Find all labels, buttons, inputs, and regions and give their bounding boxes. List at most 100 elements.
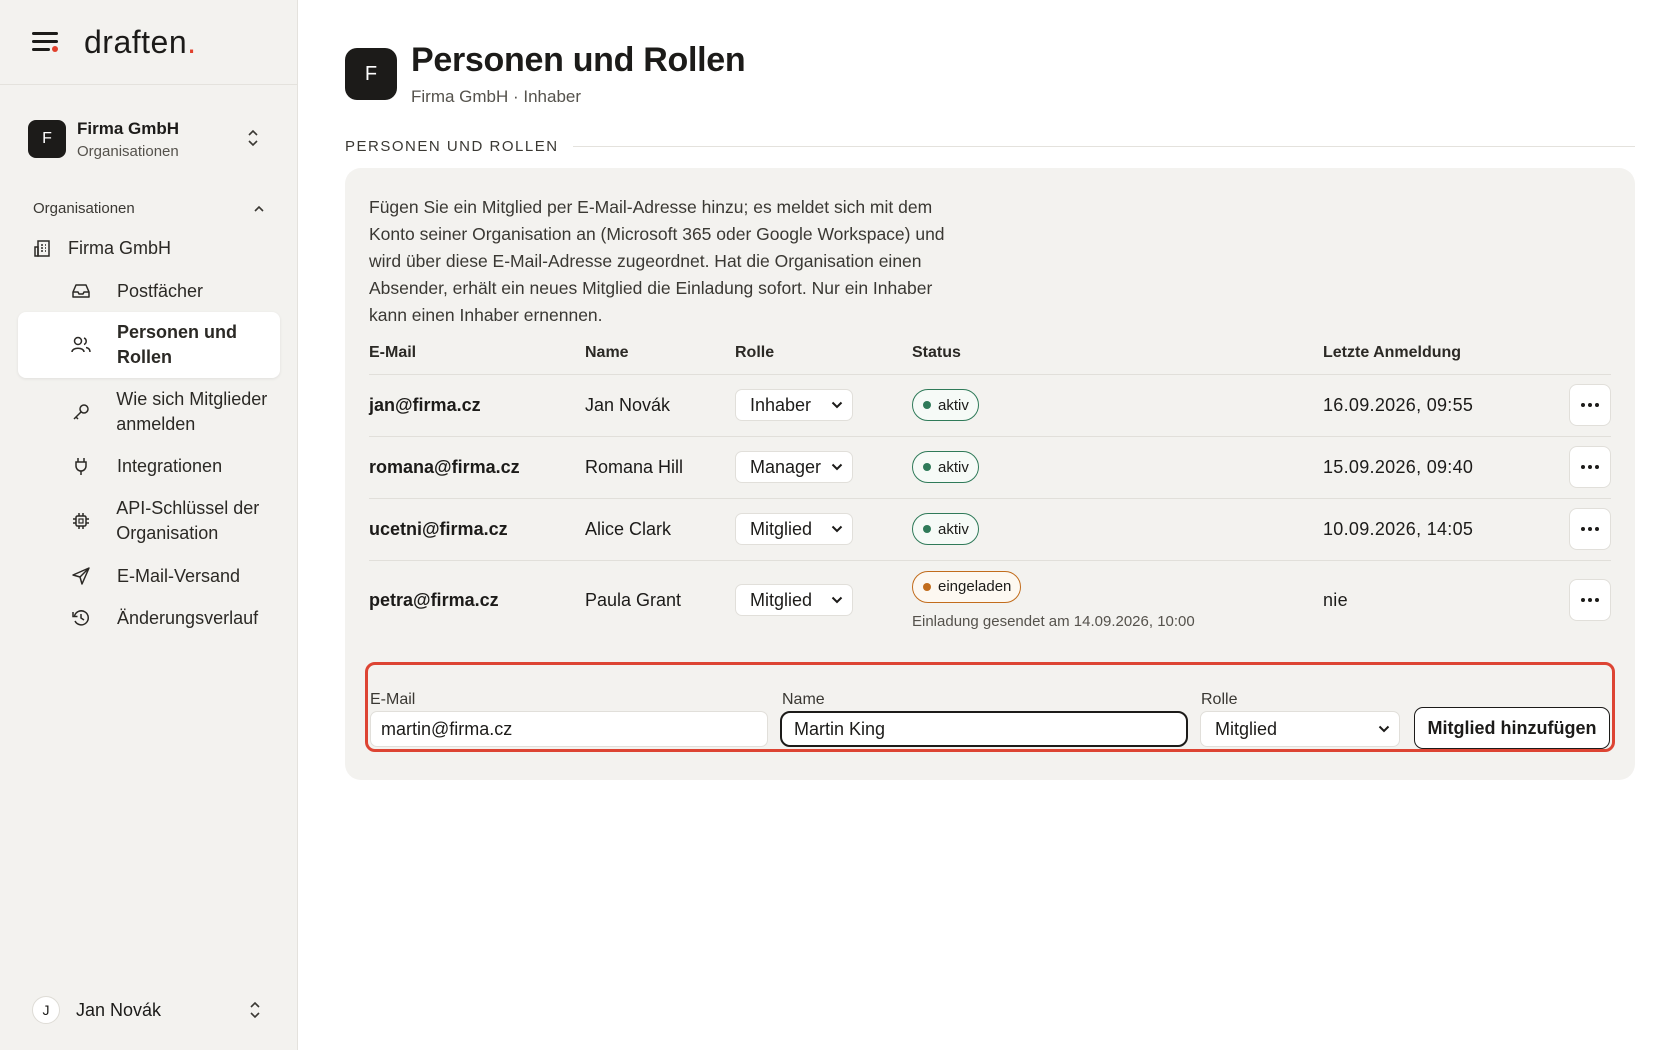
email-field[interactable]: martin@firma.cz bbox=[370, 711, 768, 747]
role-select[interactable]: Manager bbox=[735, 451, 853, 483]
org-avatar: F bbox=[28, 120, 66, 158]
col-header-email: E-Mail bbox=[369, 344, 417, 361]
role-select-new-member[interactable]: Mitglied bbox=[1200, 711, 1400, 747]
sidebar-item-firma-gmbh[interactable]: Firma GmbH bbox=[18, 236, 280, 260]
sidebar-item-api-schluessel[interactable]: API-Schlüssel der Organisation bbox=[18, 495, 280, 547]
send-icon bbox=[70, 565, 92, 587]
sidebar-item-label: Integrationen bbox=[117, 455, 223, 476]
row-actions-button[interactable] bbox=[1569, 384, 1611, 426]
sidebar-item-label: E-Mail-Versand bbox=[117, 565, 241, 586]
chevron-down-icon bbox=[1378, 725, 1390, 733]
users-icon bbox=[70, 334, 92, 356]
status-dot bbox=[923, 463, 931, 471]
table-row: petra@firma.cz Paula Grant Mitglied eing… bbox=[369, 559, 1611, 640]
chevron-up-down-icon bbox=[250, 1001, 260, 1019]
member-last-login: 10.09.2026, 14:05 bbox=[1323, 497, 1553, 560]
brand-logo: draften. bbox=[84, 23, 197, 60]
status-dot bbox=[923, 401, 931, 409]
history-icon bbox=[70, 607, 92, 629]
sidebar: draften. F Firma GmbH Organisationen Org… bbox=[0, 0, 298, 1050]
key-icon bbox=[70, 401, 91, 423]
chip-icon bbox=[70, 510, 91, 532]
status-badge: aktiv bbox=[912, 451, 979, 483]
section-divider bbox=[572, 146, 1635, 147]
role-select-value: Mitglied bbox=[750, 518, 813, 539]
status-label: aktiv bbox=[938, 520, 969, 538]
status-badge: aktiv bbox=[912, 389, 979, 421]
sidebar-item-integrationen[interactable]: Integrationen bbox=[18, 453, 280, 479]
member-email: jan@firma.cz bbox=[369, 373, 585, 436]
member-name: Romana Hill bbox=[585, 435, 735, 498]
col-header-role: Rolle bbox=[735, 344, 775, 361]
user-avatar: J bbox=[32, 996, 60, 1024]
col-header-last-login: Letzte Anmeldung bbox=[1323, 344, 1462, 361]
page-title: Personen und Rollen bbox=[411, 41, 746, 79]
row-actions-button[interactable] bbox=[1569, 508, 1611, 550]
invitation-note: Einladung gesendet am 14.09.2026, 10:00 bbox=[912, 612, 1195, 630]
member-name: Paula Grant bbox=[585, 559, 735, 640]
name-field[interactable]: Martin King bbox=[780, 711, 1188, 747]
sidebar-item-anmeldung[interactable]: Wie sich Mitglieder anmelden bbox=[18, 386, 280, 438]
status-label: aktiv bbox=[938, 458, 969, 476]
status-dot bbox=[923, 582, 931, 591]
building-icon bbox=[32, 237, 54, 259]
menu-icon[interactable] bbox=[32, 30, 60, 54]
page-org-avatar: F bbox=[345, 48, 397, 100]
role-select-value: Mitglied bbox=[1215, 718, 1278, 739]
chevron-down-icon bbox=[831, 463, 843, 471]
col-header-status: Status bbox=[912, 344, 961, 361]
member-name: Alice Clark bbox=[585, 497, 735, 560]
user-switcher[interactable]: J Jan Novák bbox=[32, 993, 272, 1027]
chevron-down-icon bbox=[831, 525, 843, 533]
plug-icon bbox=[70, 455, 92, 477]
role-select-value: Manager bbox=[750, 456, 822, 477]
role-select[interactable]: Mitglied bbox=[735, 584, 853, 617]
org-switcher-subtitle: Organisationen bbox=[77, 142, 179, 160]
intro-text: Fügen Sie ein Mitglied per E-Mail-Adress… bbox=[369, 197, 945, 325]
role-select[interactable]: Mitglied bbox=[735, 513, 853, 545]
member-last-login: nie bbox=[1323, 559, 1553, 640]
table-row: romana@firma.cz Romana Hill Manager akti… bbox=[369, 435, 1611, 498]
sidebar-item-label: API-Schlüssel der Organisation bbox=[116, 498, 260, 543]
table-row: jan@firma.cz Jan Novák Inhaber aktiv 16.… bbox=[369, 373, 1611, 436]
section-heading: PERSONEN UND ROLLEN bbox=[345, 138, 1635, 155]
user-name: Jan Novák bbox=[76, 999, 162, 1020]
page-header: F Personen und Rollen Firma GmbH · Inhab… bbox=[345, 41, 746, 107]
sidebar-section-label: Organisationen bbox=[33, 200, 135, 217]
status-label: eingeladen bbox=[938, 578, 1012, 596]
sidebar-item-email-versand[interactable]: E-Mail-Versand bbox=[18, 563, 280, 589]
sidebar-item-postfaecher[interactable]: Postfächer bbox=[18, 278, 280, 304]
name-field-label: Name bbox=[782, 691, 825, 708]
table-header-row: E-Mail Name Rolle Status Letzte Anmeldun… bbox=[369, 344, 1611, 374]
section-heading-label: PERSONEN UND ROLLEN bbox=[345, 138, 559, 155]
member-email: romana@firma.cz bbox=[369, 435, 585, 498]
role-field-label: Rolle bbox=[1201, 691, 1238, 708]
chevron-up-icon bbox=[254, 205, 264, 212]
sidebar-item-label: Personen und Rollen bbox=[117, 322, 238, 367]
org-switcher-name: Firma GmbH bbox=[77, 118, 180, 138]
role-select-value: Inhaber bbox=[750, 394, 812, 415]
add-member-button[interactable]: Mitglied hinzufügen bbox=[1414, 707, 1610, 749]
page-subtitle: Firma GmbH · Inhaber bbox=[411, 87, 582, 106]
email-field-label: E-Mail bbox=[370, 691, 416, 708]
org-switcher[interactable]: F Firma GmbH Organisationen bbox=[18, 108, 280, 170]
status-dot bbox=[923, 525, 931, 533]
members-table: E-Mail Name Rolle Status Letzte Anmeldun… bbox=[369, 344, 1611, 640]
member-last-login: 16.09.2026, 09:55 bbox=[1323, 373, 1553, 436]
row-actions-button[interactable] bbox=[1569, 579, 1611, 622]
role-select-value: Mitglied bbox=[750, 589, 813, 610]
sidebar-item-label: Änderungsverlauf bbox=[117, 607, 259, 628]
table-row: ucetni@firma.cz Alice Clark Mitglied akt… bbox=[369, 497, 1611, 560]
brand-bar: draften. bbox=[0, 0, 297, 85]
status-label: aktiv bbox=[938, 396, 969, 414]
sidebar-item-label: Wie sich Mitglieder anmelden bbox=[116, 389, 268, 434]
sidebar-item-personen-und-rollen[interactable]: Personen und Rollen bbox=[18, 312, 280, 378]
sidebar-item-label: Postfächer bbox=[117, 280, 204, 301]
row-actions-button[interactable] bbox=[1569, 446, 1611, 488]
role-select[interactable]: Inhaber bbox=[735, 389, 853, 421]
sidebar-item-label: Firma GmbH bbox=[68, 237, 171, 258]
sidebar-section-organisationen[interactable]: Organisationen bbox=[33, 200, 265, 217]
sidebar-item-aenderungsverlauf[interactable]: Änderungsverlauf bbox=[18, 605, 280, 631]
status-badge: aktiv bbox=[912, 513, 979, 545]
member-email: ucetni@firma.cz bbox=[369, 497, 585, 560]
